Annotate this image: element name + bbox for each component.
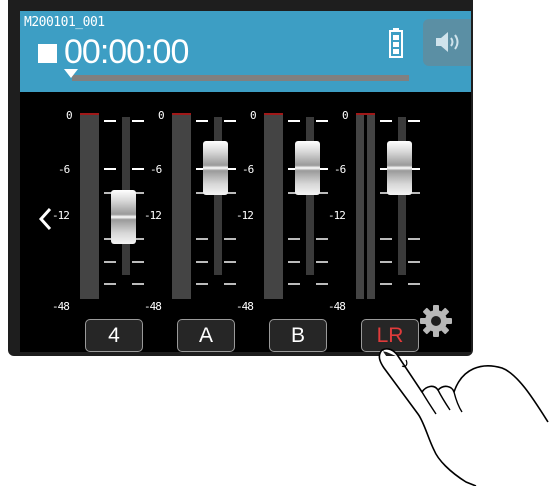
device-frame: M200101_001 00:00:00 0 -6 -12 -48 4 0 -6…	[8, 0, 473, 356]
scale-tick	[104, 261, 116, 263]
scale-tick	[132, 261, 144, 263]
scale-tick	[380, 283, 392, 285]
scale-tick	[288, 283, 300, 285]
db-label: -6	[150, 163, 162, 176]
speaker-button[interactable]	[423, 19, 471, 66]
stop-icon[interactable]	[38, 44, 57, 63]
scale-tick	[196, 120, 208, 122]
scale-tick	[288, 261, 300, 263]
scale-tick	[288, 120, 300, 122]
db-label: -48	[52, 300, 70, 313]
scale-tick	[104, 168, 116, 170]
chevron-left-icon[interactable]	[38, 207, 52, 235]
channel-strip-4: 0 -6 -12 -48 4	[52, 101, 156, 352]
clip-indicator	[172, 113, 191, 115]
level-meter	[264, 113, 283, 299]
fader-knob[interactable]	[111, 190, 136, 244]
scale-tick	[224, 120, 236, 122]
clip-indicator	[80, 113, 99, 115]
status-header: M200101_001 00:00:00	[20, 11, 471, 92]
level-meter	[172, 113, 191, 299]
gear-icon[interactable]	[418, 303, 454, 343]
scale-tick	[316, 238, 328, 240]
scale-tick	[224, 283, 236, 285]
scale-tick	[224, 238, 236, 240]
fader-knob[interactable]	[295, 141, 320, 195]
fader-knob[interactable]	[387, 141, 412, 195]
scale-tick	[104, 283, 116, 285]
scale-tick	[408, 261, 420, 263]
channel-button-a[interactable]: A	[177, 319, 235, 352]
level-meter	[80, 113, 99, 299]
db-label: 0	[250, 109, 257, 122]
level-meter-left	[356, 113, 364, 299]
playback-progress-bar[interactable]	[72, 75, 409, 81]
time-code: 00:00:00	[64, 33, 189, 71]
channel-strip-a: 0 -6 -12 -48 A	[144, 101, 248, 352]
scale-tick	[316, 120, 328, 122]
battery-icon	[389, 28, 403, 58]
db-label: -12	[144, 209, 162, 222]
db-label: -48	[328, 300, 346, 313]
channel-strip-b: 0 -6 -12 -48 B	[236, 101, 340, 352]
db-label: 0	[66, 109, 73, 122]
scale-tick	[380, 238, 392, 240]
channel-button-b[interactable]: B	[269, 319, 327, 352]
mixer-screen: M200101_001 00:00:00 0 -6 -12 -48 4 0 -6…	[20, 11, 471, 352]
hand-pointer-icon	[378, 348, 549, 486]
db-label: -48	[144, 300, 162, 313]
scale-tick	[196, 283, 208, 285]
scale-tick	[288, 238, 300, 240]
scale-tick	[316, 283, 328, 285]
scale-tick	[408, 283, 420, 285]
file-name: M200101_001	[24, 15, 105, 30]
fader-knob[interactable]	[203, 141, 228, 195]
level-meter-right	[367, 113, 375, 299]
db-label: -12	[236, 209, 254, 222]
scale-tick	[132, 168, 144, 170]
clip-indicator	[356, 113, 375, 115]
scale-tick	[196, 261, 208, 263]
db-label: -12	[328, 209, 346, 222]
scale-tick	[380, 261, 392, 263]
db-label: -6	[58, 163, 70, 176]
speaker-icon	[436, 32, 459, 52]
db-label: 0	[342, 109, 349, 122]
db-label: -6	[242, 163, 254, 176]
scale-tick	[196, 238, 208, 240]
playback-position-marker[interactable]	[64, 69, 78, 78]
scale-tick	[408, 120, 420, 122]
db-label: 0	[158, 109, 165, 122]
db-label: -6	[334, 163, 346, 176]
scale-tick	[132, 283, 144, 285]
scale-tick	[224, 261, 236, 263]
channel-button-4[interactable]: 4	[85, 319, 143, 352]
scale-tick	[132, 120, 144, 122]
scale-tick	[316, 261, 328, 263]
db-label: -48	[236, 300, 254, 313]
scale-tick	[408, 238, 420, 240]
db-label: -12	[52, 209, 70, 222]
clip-indicator	[264, 113, 283, 115]
scale-tick	[380, 120, 392, 122]
scale-tick	[104, 120, 116, 122]
